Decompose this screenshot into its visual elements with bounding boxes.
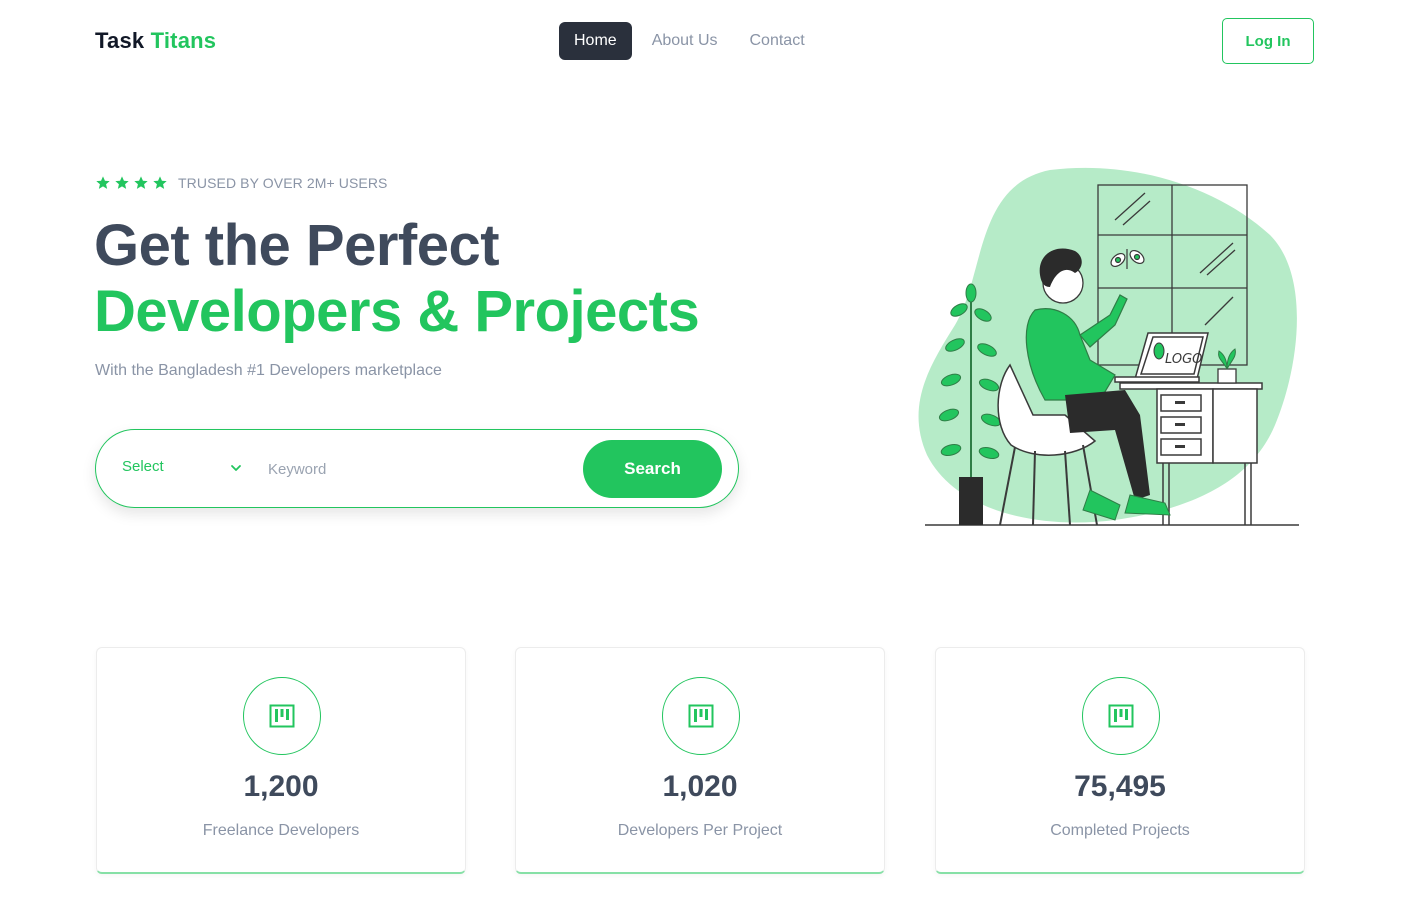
nav-contact[interactable]: Contact (734, 22, 821, 60)
stat-label: Freelance Developers (202, 822, 360, 839)
stat-label: Completed Projects (1050, 822, 1190, 839)
stat-label: Developers Per Project (617, 822, 783, 839)
hero-subtitle: With the Bangladesh #1 Developers market… (95, 362, 442, 379)
stat-value: 1,020 (662, 770, 738, 803)
laptop-logo-text: LOGO (1165, 352, 1202, 367)
stat-value: 75,495 (1074, 770, 1166, 803)
headline-line2: Developers & Projects (94, 279, 700, 344)
main-nav: Home About Us Contact (559, 22, 821, 60)
stat-card-developers-per-project: 1,020 Developers Per Project (515, 647, 885, 874)
search-bar: Select Search (95, 429, 739, 508)
category-select[interactable]: Select (122, 458, 242, 475)
keyword-input[interactable] (268, 452, 568, 486)
brand-name-part2: Titans (150, 28, 217, 53)
star-icon (96, 176, 110, 189)
star-icon (153, 176, 167, 189)
category-select-value: Select (122, 458, 164, 475)
stat-card-freelance-developers: 1,200 Freelance Developers (96, 647, 466, 874)
search-button[interactable]: Search (583, 440, 722, 498)
chevron-down-icon (231, 465, 241, 471)
star-icon (134, 176, 148, 189)
stat-card-completed-projects: 75,495 Completed Projects (935, 647, 1305, 874)
rating-stars (95, 175, 168, 191)
stat-value: 1,200 (243, 770, 319, 803)
headline-line1: Get the Perfect (94, 213, 500, 278)
star-icon (115, 176, 129, 189)
hero-illustration: LOGO (918, 167, 1299, 526)
trust-text: TRUSED BY OVER 2M+ USERS (178, 175, 388, 191)
trust-badge: TRUSED BY OVER 2M+ USERS (95, 175, 387, 191)
brand-name-part1: Task (95, 28, 145, 53)
kanban-icon (662, 677, 740, 755)
kanban-icon (1082, 677, 1160, 755)
nav-home[interactable]: Home (559, 22, 632, 60)
kanban-icon (243, 677, 321, 755)
login-button[interactable]: Log In (1222, 18, 1314, 64)
brand-logo[interactable]: Task Titans (95, 28, 216, 54)
nav-about-us[interactable]: About Us (636, 22, 734, 60)
